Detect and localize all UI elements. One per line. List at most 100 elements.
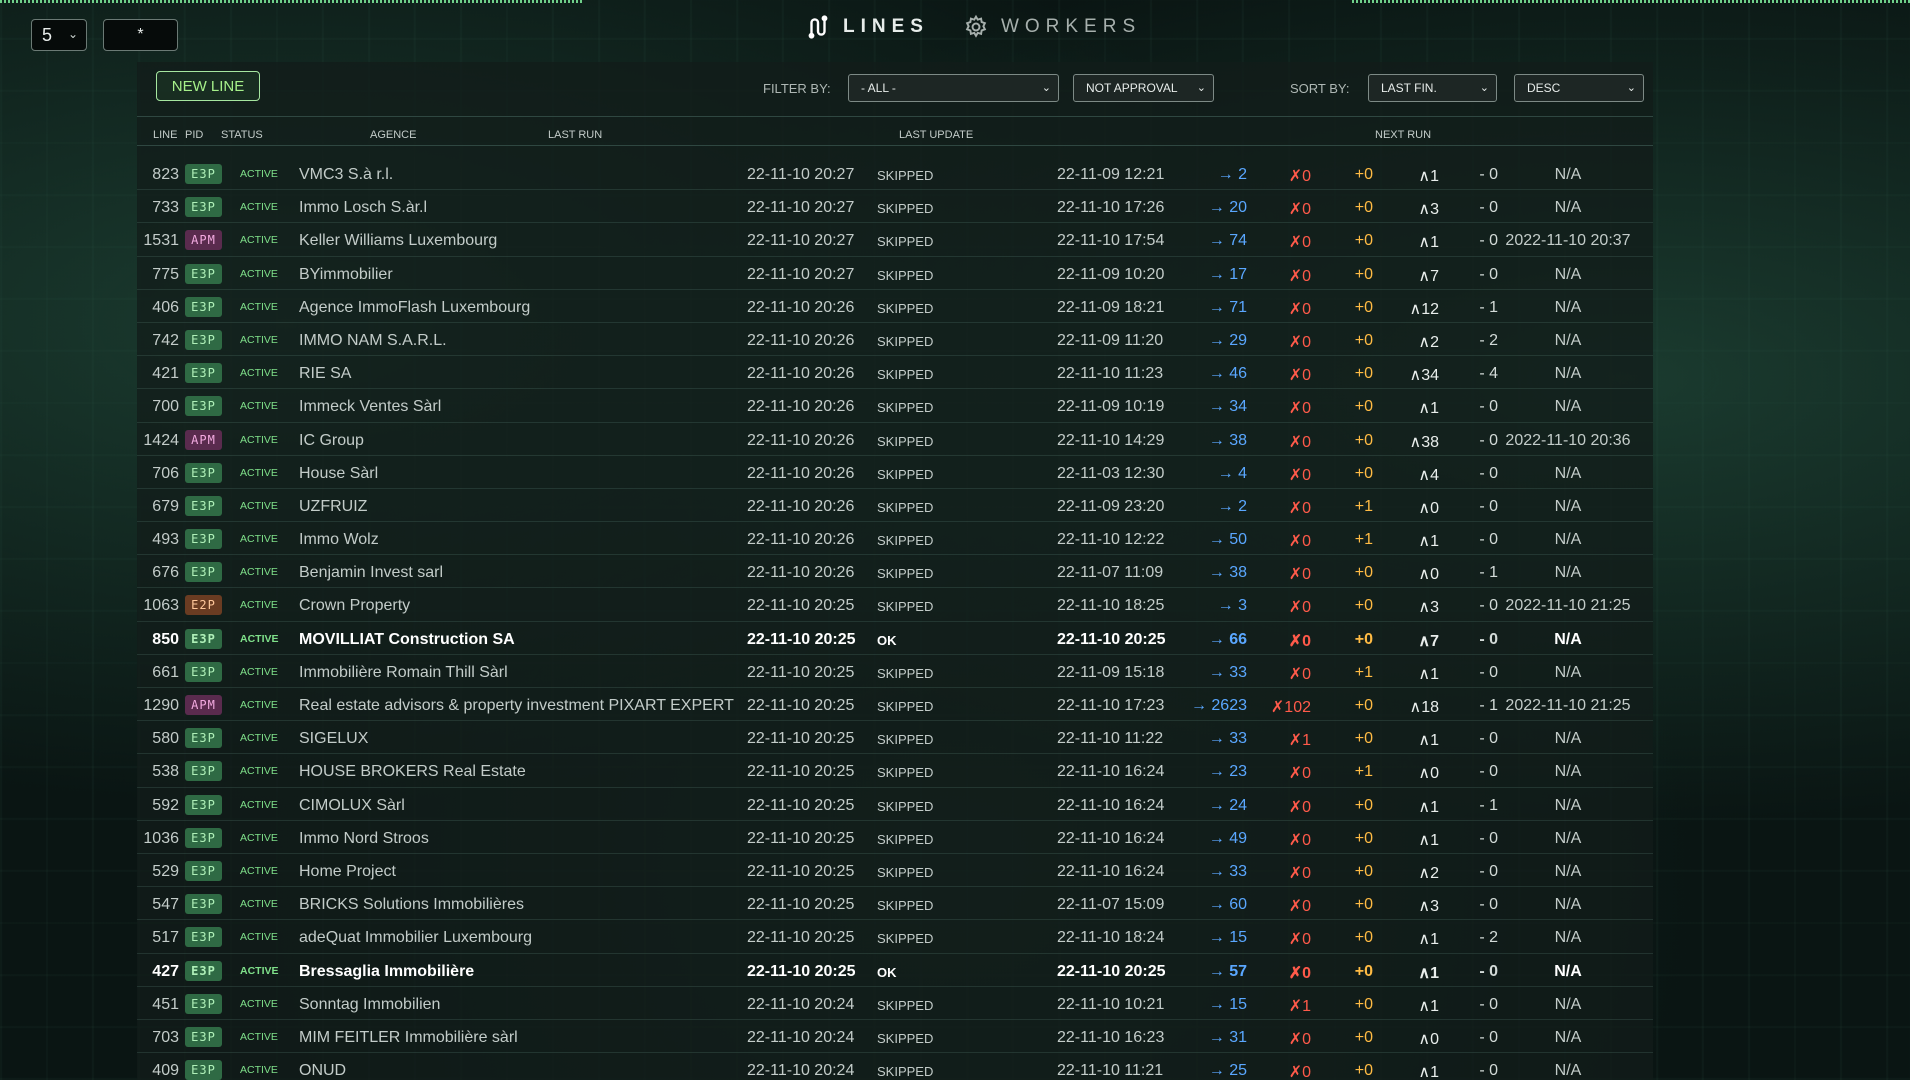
row-count-up: ∧1 [1418, 665, 1439, 683]
table-row[interactable]: 421 E3P ACTIVE RIE SA 22-11-10 20:26 SKIPPED 2… [137, 356, 1653, 390]
page-size-select[interactable]: 5 ⌄ [31, 19, 87, 51]
column-header-next-run[interactable]: NEXT RUN [1375, 129, 1431, 141]
table-row[interactable]: 703 E3P ACTIVE MIM FEITLER Immobilière sàrl… [137, 1020, 1653, 1054]
row-count-errors: ✗0 [1288, 300, 1311, 318]
column-header-agence[interactable]: AGENCE [370, 129, 416, 141]
row-pid-badge: E3P [185, 529, 222, 550]
row-run-state: SKIPPED [877, 831, 934, 847]
row-line: 1531 [143, 232, 179, 250]
sort-order-select[interactable]: DESC ⌄ [1514, 74, 1644, 102]
row-count-arrow: → 2 [1217, 497, 1247, 515]
filter-agence-select[interactable]: - ALL - ⌄ [848, 74, 1059, 102]
table-row[interactable]: 676 E3P ACTIVE Benjamin Invest sarl 22-11-10… [137, 555, 1653, 589]
row-last-run: 22-11-10 20:25 [747, 630, 856, 648]
column-header-last-run[interactable]: LAST RUN [548, 129, 602, 141]
row-count-added: +1 [1354, 531, 1373, 549]
row-count-up: ∧1 [1418, 931, 1439, 949]
table-row[interactable]: 733 E3P ACTIVE Immo Losch S.àr.l 22-11-10 20… [137, 190, 1653, 224]
table-row[interactable]: 592 E3P ACTIVE CIMOLUX Sàrl 22-11-10 20:25 SK… [137, 788, 1653, 821]
row-count-added: +0 [1354, 929, 1373, 947]
row-count-errors: ✗0 [1288, 898, 1311, 916]
row-last-run: 22-11-10 20:25 [747, 829, 855, 847]
table-row[interactable]: 451 E3P ACTIVE Sonntag Immobilien 22-11-10 2… [137, 987, 1653, 1020]
table-row[interactable]: 823 E3P ACTIVE VMC3 S.à r.l. 22-11-10 20:27 S… [137, 157, 1653, 191]
table-row[interactable]: 850 E3P ACTIVE MOVILLIAT Construction SA 22-… [137, 622, 1653, 655]
row-status: ACTIVE [240, 732, 278, 745]
table-row[interactable]: 775 E3P ACTIVE BYimmobilier 22-11-10 20:27 SK… [137, 257, 1653, 290]
new-line-button[interactable]: NEW LINE [156, 71, 260, 101]
row-count-added: +0 [1354, 298, 1373, 316]
column-header-status[interactable]: STATUS [221, 129, 263, 141]
filter-status-value: NOT APPROVAL [1086, 81, 1178, 95]
row-line: 661 [152, 663, 179, 681]
row-next-run: N/A [1554, 298, 1582, 316]
table-row[interactable]: 538 E3P ACTIVE HOUSE BROKERS Real Estate 22-… [137, 754, 1653, 788]
table-row[interactable]: 706 E3P ACTIVE House Sàrl 22-11-10 20:26 SKIP… [137, 456, 1653, 489]
row-count-arrow: → 38 [1208, 564, 1247, 582]
table-row[interactable]: 1531 APM ACTIVE Keller Williams Luxembourg 2… [137, 223, 1653, 257]
filter-status-select[interactable]: NOT APPROVAL ⌄ [1073, 74, 1214, 102]
row-last-update: 22-11-10 17:23 [1057, 697, 1165, 714]
table-row[interactable]: 547 E3P ACTIVE BRICKS Solutions Immobilière… [137, 887, 1653, 921]
row-status: ACTIVE [240, 632, 279, 645]
row-pid-badge: E3P [185, 462, 222, 483]
row-run-state: SKIPPED [877, 168, 934, 183]
row-count-up: ∧1 [1418, 400, 1439, 418]
table-row[interactable]: 427 E3P ACTIVE Bressaglia Immobilière 22-11-… [137, 954, 1653, 987]
row-count-up: ∧3 [1418, 599, 1439, 617]
tab-lines[interactable]: LINES [805, 14, 929, 40]
table-row[interactable]: 742 E3P ACTIVE IMMO NAM S.A.R.L. 22-11-10 20… [137, 323, 1653, 357]
row-line: 538 [152, 763, 179, 781]
row-pid-badge: E3P [185, 1060, 222, 1080]
row-pid-badge: E3P [185, 263, 222, 284]
row-line: 580 [152, 730, 179, 748]
lines-panel: NEW LINE FILTER BY: - ALL - ⌄ NOT APPROV… [137, 62, 1653, 1080]
row-line: 775 [152, 265, 179, 283]
sort-field-select[interactable]: LAST FIN. ⌄ [1368, 74, 1497, 102]
table-row[interactable]: 409 E3P ACTIVE ONUD 22-11-10 20:24 SKIPPED 22-… [137, 1053, 1653, 1080]
table-row[interactable]: 1290 APM ACTIVE Real estate advisors & prop… [137, 688, 1653, 722]
row-count-up: ∧0 [1418, 765, 1439, 783]
column-header-pid[interactable]: PID [185, 129, 203, 141]
row-agence: Bressaglia Immobilière [299, 962, 475, 980]
row-count-errors: ✗0 [1288, 466, 1311, 484]
chevron-down-icon: ⌄ [67, 27, 78, 41]
row-status: ACTIVE [240, 168, 278, 180]
row-count-errors: ✗0 [1288, 234, 1311, 252]
row-status: ACTIVE [240, 333, 278, 346]
row-next-run: N/A [1554, 1028, 1582, 1046]
row-line: 850 [152, 630, 179, 648]
row-last-update: 22-11-07 11:09 [1057, 564, 1164, 582]
row-count-up: ∧1 [1418, 831, 1439, 849]
table-row[interactable]: 661 E3P ACTIVE Immobilière Romain Thill Sàr… [137, 655, 1653, 688]
row-last-update: 22-11-10 14:29 [1057, 431, 1165, 449]
row-line: 733 [152, 199, 179, 217]
row-last-update: 22-11-10 10:21 [1057, 995, 1165, 1013]
table-row[interactable]: 700 E3P ACTIVE Immeck Ventes Sàrl 22-11-10 2… [137, 389, 1653, 423]
column-header-last-update[interactable]: LAST UPDATE [899, 129, 973, 141]
row-last-run: 22-11-10 20:25 [747, 597, 855, 615]
chevron-down-icon: ⌄ [1196, 82, 1206, 94]
search-input[interactable]: * [103, 19, 178, 51]
table-row[interactable]: 493 E3P ACTIVE Immo Wolz 22-11-10 20:26 SKIPP… [137, 522, 1653, 556]
column-header-line[interactable]: LINE [153, 129, 177, 141]
row-count-up: ∧7 [1418, 267, 1439, 285]
table-row[interactable]: 406 E3P ACTIVE Agence ImmoFlash Luxembourg 2… [137, 290, 1653, 323]
row-last-run: 22-11-10 20:26 [747, 431, 855, 449]
row-next-run: 2022-11-10 20:37 [1505, 232, 1631, 250]
table-row[interactable]: 1036 E3P ACTIVE Immo Nord Stroos 22-11-10 20… [137, 821, 1653, 854]
row-agence: Keller Williams Luxembourg [299, 232, 498, 250]
row-agence: BYimmobilier [299, 265, 393, 283]
row-last-run: 22-11-10 20:26 [747, 464, 855, 482]
row-count-errors: ✗0 [1288, 831, 1311, 849]
row-count-arrow: → 60 [1208, 896, 1247, 914]
table-row[interactable]: 517 E3P ACTIVE adeQuat Immobilier Luxembour… [137, 920, 1653, 954]
table-row[interactable]: 1424 APM ACTIVE IC Group 22-11-10 20:26 SKIPP… [137, 423, 1653, 456]
table-row[interactable]: 679 E3P ACTIVE UZFRUIZ 22-11-10 20:26 SKIPPED… [137, 489, 1653, 523]
table-row[interactable]: 1063 E2P ACTIVE Crown Property 22-11-10 20:2… [137, 588, 1653, 622]
table-row[interactable]: 580 E3P ACTIVE SIGELUX 22-11-10 20:25 SKIPPED… [137, 721, 1653, 755]
tab-workers[interactable]: WORKERS [963, 14, 1141, 40]
row-count-added: +0 [1354, 862, 1373, 880]
table-row[interactable]: 529 E3P ACTIVE Home Project 22-11-10 20:25 SK… [137, 854, 1653, 888]
row-run-state: SKIPPED [877, 566, 934, 582]
